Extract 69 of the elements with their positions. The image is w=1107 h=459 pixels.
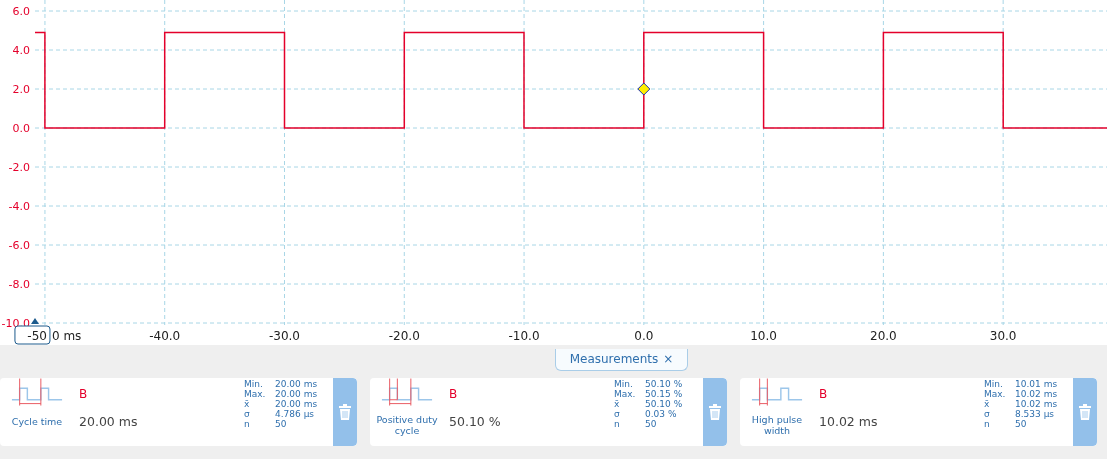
stat-label: x̄ <box>984 399 991 409</box>
stat-label: n <box>614 419 621 429</box>
x-axis-label: 30.0 <box>989 329 1017 343</box>
stat-value: 0.03 % <box>645 409 677 419</box>
stat-value: 20.00 ms <box>275 379 318 389</box>
stat-label: n <box>984 419 991 429</box>
y-axis-label: 4.0 <box>12 44 30 57</box>
stat-value: 50 <box>1015 419 1027 429</box>
measurement-value: 10.02 ms <box>819 413 878 431</box>
stat-value: 50 <box>275 419 287 429</box>
delete-button[interactable] <box>703 378 727 446</box>
measurement-name: Positive duty cycle <box>376 414 438 436</box>
y-axis-label: 0.0 <box>12 122 30 135</box>
measurements-tab[interactable]: Measurements × <box>554 349 689 371</box>
measurement-value: 20.00 ms <box>79 413 138 431</box>
stat-label: n <box>244 419 251 429</box>
delete-button[interactable] <box>1073 378 1097 446</box>
stat-value: 10.01 ms <box>1015 379 1058 389</box>
stat-value: 8.533 µs <box>1015 409 1055 419</box>
channel-label: B <box>449 386 458 403</box>
stat-value: 10.02 ms <box>1015 389 1058 399</box>
x-axis-label: -30.0 <box>268 329 301 343</box>
x-axis-label: -20.0 <box>388 329 420 343</box>
delete-button[interactable] <box>333 378 357 446</box>
stat-value: 20.00 ms <box>275 389 318 399</box>
x-axis-label: -10.0 <box>508 329 540 343</box>
stat-value: 20.00 ms <box>275 399 318 409</box>
stat-label: Max. <box>614 389 637 399</box>
channel-label: B <box>79 386 88 403</box>
stat-label: x̄ <box>614 399 621 409</box>
measurement-value: 50.10 % <box>449 413 501 431</box>
stat-label: Min. <box>244 379 264 389</box>
x-axis-label: 0.0 <box>634 329 654 343</box>
measurement-name: High pulse width <box>750 414 804 436</box>
x-axis-label: 20.0 <box>870 329 897 343</box>
stat-label: Max. <box>244 389 267 399</box>
waveform-icon <box>750 378 804 408</box>
stat-value: 50.10 % <box>645 399 683 409</box>
trash-icon <box>339 404 351 420</box>
stat-label: Max. <box>984 389 1007 399</box>
stat-value: 50 <box>645 419 657 429</box>
stat-value: 10.02 ms <box>1015 399 1058 409</box>
stat-value: 50.10 % <box>645 379 683 389</box>
marker-triangle-icon[interactable] <box>31 318 39 324</box>
x-axis-label: 10.0 <box>750 329 777 343</box>
y-axis-label: 2.0 <box>12 83 30 96</box>
waveform-icon <box>10 378 64 408</box>
trash-icon <box>709 404 721 420</box>
channel-label: B <box>819 386 828 403</box>
trash-icon <box>1079 404 1091 420</box>
y-axis-label: 6.0 <box>12 5 30 18</box>
trigger-marker-icon[interactable] <box>637 82 651 96</box>
stat-label: x̄ <box>244 399 251 409</box>
stat-value: 4.786 µs <box>275 409 315 419</box>
waveform-icon <box>380 378 434 408</box>
y-axis-label: -6.0 <box>8 239 30 252</box>
x-tick-label: -50 <box>27 329 47 343</box>
x-axis-label: -40.0 <box>149 329 181 343</box>
measurement-name: Cycle time <box>10 416 64 427</box>
y-axis-label: -2.0 <box>8 161 30 174</box>
stat-label: σ <box>614 409 621 419</box>
stat-label: σ <box>984 409 991 419</box>
stat-label: Min. <box>614 379 634 389</box>
stat-label: σ <box>244 409 251 419</box>
stat-value: 50.15 % <box>645 389 683 399</box>
stat-label: Min. <box>984 379 1004 389</box>
y-axis-label: -4.0 <box>8 200 30 213</box>
y-axis-label: -8.0 <box>8 278 30 291</box>
x-axis-unit-label: 0 ms <box>51 329 82 343</box>
